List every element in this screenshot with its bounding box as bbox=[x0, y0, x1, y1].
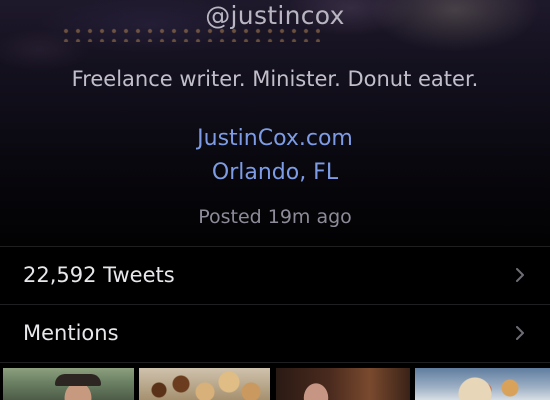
media-thumbnail-popcorn-photo[interactable] bbox=[139, 368, 270, 400]
chevron-right-icon bbox=[516, 268, 524, 282]
profile-location-link[interactable]: Orlando, FL bbox=[0, 160, 550, 185]
media-thumbnail-food-photo[interactable] bbox=[415, 368, 550, 400]
profile-website-link[interactable]: JustinCox.com bbox=[0, 126, 550, 151]
tweets-count-label: 22,592 Tweets bbox=[23, 263, 175, 287]
posted-timestamp: Posted 19m ago bbox=[198, 206, 352, 228]
media-thumbnail-portrait-photo[interactable] bbox=[276, 368, 410, 400]
thumbnail-detail bbox=[55, 374, 101, 386]
chevron-right-icon bbox=[516, 326, 524, 340]
media-thumbnail-person-photo[interactable] bbox=[3, 368, 134, 400]
mentions-label: Mentions bbox=[23, 321, 119, 345]
list-divider bbox=[0, 362, 550, 363]
media-thumbnails bbox=[0, 368, 550, 400]
profile-handle: @justincox bbox=[205, 1, 345, 30]
profile-header: @justincox Freelance writer. Minister. D… bbox=[0, 0, 550, 246]
tweets-row[interactable]: 22,592 Tweets bbox=[0, 246, 550, 303]
profile-bio: Freelance writer. Minister. Donut eater. bbox=[71, 67, 479, 91]
mentions-row[interactable]: Mentions bbox=[0, 304, 550, 361]
profile-screen: @justincox Freelance writer. Minister. D… bbox=[0, 0, 550, 400]
